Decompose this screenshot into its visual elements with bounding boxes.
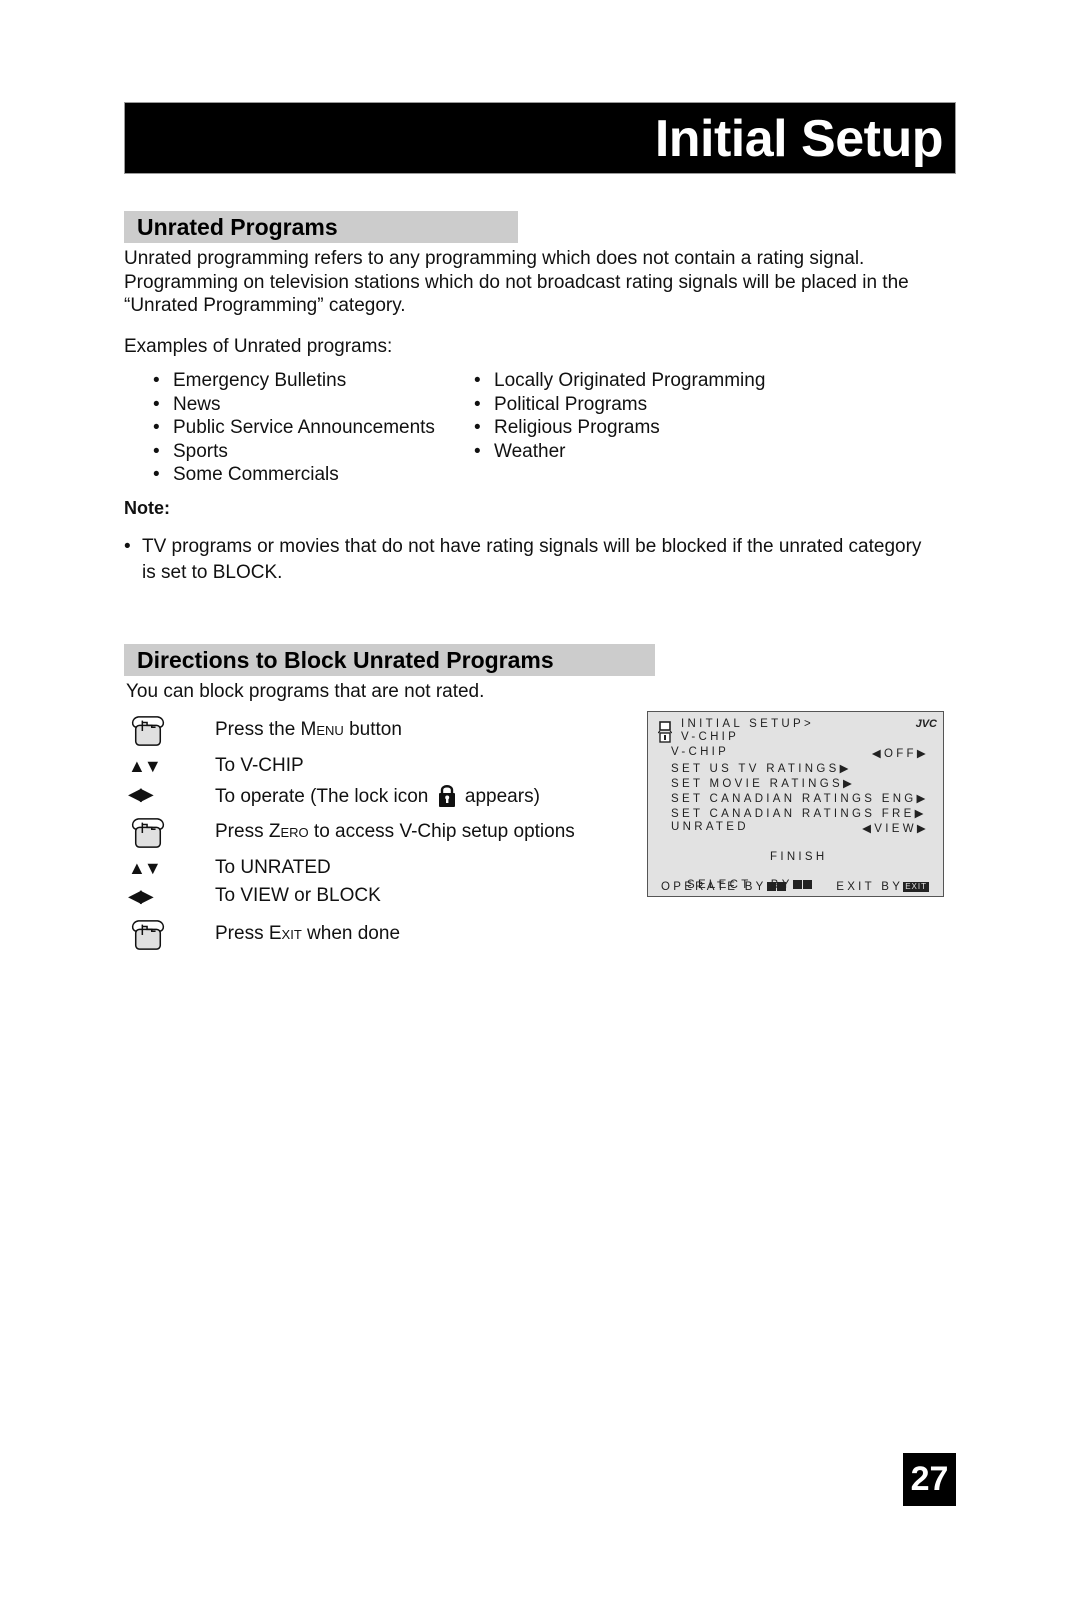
osd-item-movie-ratings[interactable]: SET MOVIE RATINGS▶	[671, 776, 855, 790]
unrated-description: Unrated programming refers to any progra…	[124, 247, 964, 318]
step-text: To operate (The lock icon appears)	[215, 783, 540, 808]
description-line: Unrated programming refers to any progra…	[124, 248, 865, 269]
examples-list-right: Locally Originated Programming Political…	[474, 369, 765, 463]
osd-item-canadian-eng[interactable]: SET CANADIAN RATINGS ENG▶	[671, 791, 929, 805]
osd-operate-hint: OPERATE BY	[661, 881, 787, 893]
directions-intro: You can block programs that are not rate…	[126, 681, 485, 702]
note-text: • TV programs or movies that do not have…	[124, 534, 964, 586]
left-key-icon	[766, 882, 776, 891]
list-item: Religious Programs	[474, 416, 765, 440]
hand-press-icon	[131, 818, 165, 848]
lock-icon	[438, 785, 455, 807]
step-press-menu: Press the Menu button	[124, 714, 604, 748]
osd-vchip-value[interactable]: ◀OFF▶	[872, 746, 929, 760]
list-item: Public Service Announcements	[153, 416, 435, 440]
list-item: Some Commercials	[153, 463, 435, 487]
osd-finish[interactable]: FINISH	[770, 851, 828, 863]
description-line: “Unrated Programming” category.	[124, 295, 406, 316]
step-operate: ◀▶ To operate (The lock icon appears)	[124, 778, 604, 812]
exit-key-icon: EXIT	[903, 882, 929, 892]
osd-item-us-tv-ratings[interactable]: SET US TV RATINGS▶	[671, 761, 852, 775]
osd-breadcrumb: INITIAL SETUP>	[681, 718, 815, 730]
osd-vchip-menu: INITIAL SETUP> V-CHIP JVC V-CHIP ◀OFF▶ S…	[647, 711, 944, 897]
exit-key-label: Exit	[268, 923, 302, 944]
osd-item-vchip[interactable]: V-CHIP	[671, 746, 729, 758]
step-text: Press Zero to access V-Chip setup option…	[215, 821, 575, 842]
bullet: •	[124, 536, 131, 557]
page-header-title: Initial Setup	[654, 110, 944, 168]
tv-lock-icon	[658, 721, 672, 743]
page-header-bar: Initial Setup	[124, 102, 956, 174]
list-item: Weather	[474, 440, 765, 464]
step-text: To V-CHIP	[215, 755, 304, 776]
examples-list-left: Emergency Bulletins News Public Service …	[153, 369, 435, 487]
description-line: Programming on television stations which…	[124, 271, 909, 293]
up-key-icon	[792, 880, 802, 889]
right-key-icon	[776, 882, 786, 891]
step-text: To UNRATED	[215, 857, 331, 878]
section-heading-unrated-programs: Unrated Programs	[124, 211, 518, 243]
section-heading-directions: Directions to Block Unrated Programs	[124, 644, 655, 676]
step-press-zero: Press Zero to access V-Chip setup option…	[124, 816, 604, 850]
osd-breadcrumb-sub: V-CHIP	[681, 731, 740, 743]
step-text: Press the Menu button	[215, 719, 402, 740]
step-text: Press Exit when done	[215, 923, 401, 944]
down-key-icon	[802, 880, 812, 889]
list-item: News	[153, 393, 435, 417]
menu-key-label: Menu	[300, 719, 344, 740]
left-right-arrows-icon: ◀▶	[128, 886, 154, 906]
left-right-arrows-icon: ◀▶	[128, 784, 154, 804]
step-view-or-block: ◀▶ To VIEW or BLOCK	[124, 880, 604, 914]
zero-key-label: Zero	[268, 821, 309, 842]
note-line: TV programs or movies that do not have r…	[142, 536, 922, 557]
jvc-logo: JVC	[915, 718, 937, 730]
hand-press-icon	[131, 920, 165, 950]
note-line: is set to BLOCK.	[142, 562, 283, 583]
page-number: 27	[903, 1453, 956, 1506]
osd-item-canadian-fre[interactable]: SET CANADIAN RATINGS FRE▶	[671, 806, 927, 820]
list-item: Emergency Bulletins	[153, 369, 435, 393]
osd-exit-hint: EXIT BY EXIT	[836, 881, 929, 893]
list-item: Sports	[153, 440, 435, 464]
step-press-exit: Press Exit when done	[124, 918, 604, 952]
osd-item-unrated[interactable]: UNRATED	[671, 821, 749, 833]
examples-intro: Examples of Unrated programs:	[124, 336, 393, 357]
osd-unrated-value[interactable]: ◀VIEW▶	[862, 821, 929, 835]
list-item: Political Programs	[474, 393, 765, 417]
note-label: Note:	[124, 498, 170, 518]
hand-press-icon	[131, 716, 165, 746]
list-item: Locally Originated Programming	[474, 369, 765, 393]
step-text: To VIEW or BLOCK	[215, 885, 381, 906]
